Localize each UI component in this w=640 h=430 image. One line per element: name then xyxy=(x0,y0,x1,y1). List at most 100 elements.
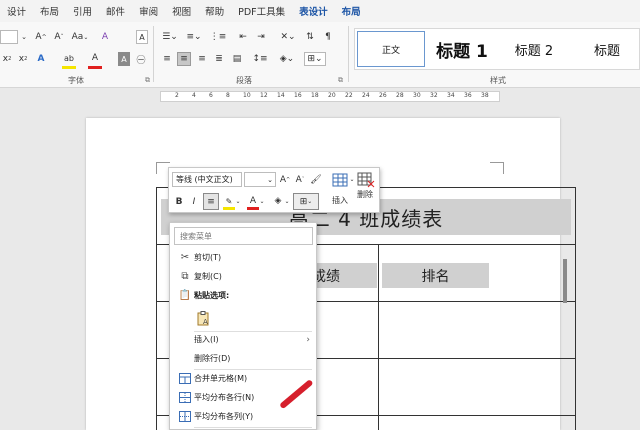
ruler-tick-label: 12 xyxy=(260,92,268,99)
distribute-rows-icon xyxy=(179,392,191,403)
menu-item-label: 平均分布各列(Y) xyxy=(194,412,254,421)
ruler-tick-label: 16 xyxy=(294,92,302,99)
justify-button[interactable]: ≣ xyxy=(212,52,226,66)
highlight-button[interactable]: ab xyxy=(62,51,76,65)
mini-font-name-field[interactable]: 等线 (中文正文) xyxy=(172,172,242,187)
menu-item-merge-cells[interactable]: 合并单元格(M) xyxy=(170,370,316,387)
header-cell-rank[interactable]: 排名 xyxy=(382,263,489,288)
menu-item-label: 平均分布各行(N) xyxy=(194,393,255,402)
ruler-tick-label: 34 xyxy=(447,92,455,99)
chevron-down-icon[interactable]: ⌄ xyxy=(349,174,355,184)
tab-references[interactable]: 引用 xyxy=(66,4,99,18)
shrink-font-button[interactable]: Aˇ xyxy=(52,30,66,44)
menu-item-cut[interactable]: ✂ 剪切(T) xyxy=(170,249,316,266)
numbering-button[interactable]: ≡⌄ xyxy=(184,30,204,44)
chevron-down-icon[interactable]: ⌄ xyxy=(284,196,290,206)
mini-font-size-field[interactable]: ⌄ xyxy=(244,172,276,187)
chinese-layout-button[interactable]: ✕⌄ xyxy=(278,30,298,44)
tab-review[interactable]: 审阅 xyxy=(132,4,165,18)
align-right-button[interactable]: ≡ xyxy=(195,52,209,66)
scissors-icon: ✂ xyxy=(180,252,190,263)
increase-indent-button[interactable]: ⇥ xyxy=(254,30,268,44)
font-color-button[interactable]: A xyxy=(88,51,102,65)
align-left-button[interactable]: ≡ xyxy=(160,52,174,66)
char-border-label: A xyxy=(139,32,145,42)
distribute-button[interactable]: ▤ xyxy=(230,52,244,66)
clear-format-button[interactable]: A xyxy=(98,30,112,44)
grow-font-button[interactable]: A ^ xyxy=(34,30,48,44)
format-painter-icon[interactable]: 🖌 xyxy=(309,172,323,187)
style-normal[interactable]: 正文 xyxy=(357,31,425,67)
decrease-indent-button[interactable]: ⇤ xyxy=(236,30,250,44)
ruler-tick-label: 2 xyxy=(175,92,179,99)
superscript-button[interactable]: x2 xyxy=(18,52,28,66)
text-effect-button[interactable]: A xyxy=(34,52,48,66)
style-heading-2[interactable]: 标题 2 xyxy=(501,31,567,67)
tab-design[interactable]: 设计 xyxy=(0,4,33,18)
chevron-down-icon[interactable]: ⌄ xyxy=(20,30,28,44)
mini-borders-button[interactable]: ⊞ ⌄ xyxy=(293,193,319,210)
show-marks-button[interactable]: ¶ xyxy=(322,30,334,44)
align-center-button[interactable]: ≡ xyxy=(177,52,191,66)
tab-mailings[interactable]: 邮件 xyxy=(99,4,132,18)
tab-table-layout[interactable]: 布局 xyxy=(335,4,368,18)
mini-italic-button[interactable]: I xyxy=(189,195,199,209)
change-case-button[interactable]: Aa ⌄ xyxy=(70,30,90,44)
shading-icon[interactable]: ◈ xyxy=(271,194,285,208)
menu-search-input[interactable]: 搜索菜单 xyxy=(174,227,313,245)
font-dialog-launcher-icon[interactable]: ⧉ xyxy=(145,76,150,85)
mini-center-button[interactable]: ≡ xyxy=(203,193,219,210)
bullets-button[interactable]: ☰⌄ xyxy=(160,30,180,44)
subscript-button[interactable]: x2 xyxy=(2,52,12,66)
table-insert-icon[interactable] xyxy=(331,171,349,189)
mini-highlight-button[interactable]: ✎ xyxy=(223,194,235,208)
mini-shrink-font-button[interactable]: Aˇ xyxy=(294,172,306,187)
multilevel-list-button[interactable]: ⋮≡ xyxy=(208,30,228,44)
menu-item-insert[interactable]: 插入(I) › xyxy=(170,331,316,348)
menu-item-distribute-columns[interactable]: 平均分布各列(Y) xyxy=(170,408,316,425)
mini-bold-button[interactable]: B xyxy=(174,195,184,209)
paste-keep-text-icon: A xyxy=(197,310,208,326)
menu-item-copy[interactable]: ⧉ 复制(C) xyxy=(170,268,316,285)
crop-mark xyxy=(490,162,504,174)
chevron-down-icon[interactable]: ⌄ xyxy=(235,196,241,206)
table-delete-icon xyxy=(357,172,375,188)
style-heading-1[interactable]: 标题 1 xyxy=(429,31,495,67)
mini-font-color-button[interactable]: A xyxy=(247,194,259,208)
ruler-tick-label: 8 xyxy=(226,92,230,99)
borders-button[interactable]: ⊞⌄ xyxy=(304,52,326,66)
mini-delete-label[interactable]: 删除 xyxy=(354,188,376,200)
styles-group-label: 样式 xyxy=(490,76,506,85)
document-page[interactable]: 高二 4 班成绩表 成绩 排名 xyxy=(86,118,576,430)
distribute-columns-icon xyxy=(176,411,194,422)
char-shading-button[interactable]: A xyxy=(118,52,130,66)
menu-item-paste-keep-text[interactable]: A xyxy=(170,307,316,329)
menu-item-delete-row[interactable]: 删除行(D) xyxy=(170,350,316,367)
table-delete-icon[interactable] xyxy=(356,171,376,189)
mini-insert-label[interactable]: 插入 xyxy=(329,194,351,206)
shading-button[interactable]: ◈⌄ xyxy=(276,52,298,66)
enclose-char-button[interactable]: ㊀ xyxy=(134,52,148,66)
tab-layout[interactable]: 布局 xyxy=(33,4,66,18)
ruler-tick-label: 20 xyxy=(328,92,336,99)
line-spacing-button[interactable]: ↕≡ xyxy=(250,52,270,66)
ruler-tick-label: 4 xyxy=(192,92,196,99)
mini-highlight-color-bar xyxy=(223,207,235,210)
ruler-tick-label: 18 xyxy=(311,92,319,99)
paste-keep-text-icon: A xyxy=(194,310,212,326)
text-effect-label: A xyxy=(37,54,45,64)
tab-pdf-tools[interactable]: PDF工具集 xyxy=(231,4,292,18)
mini-grow-font-button[interactable]: A ^ xyxy=(279,172,291,187)
char-border-button[interactable]: A xyxy=(136,30,148,44)
style-heading[interactable]: 标题 xyxy=(575,31,639,67)
chevron-down-icon[interactable]: ⌄ xyxy=(259,196,265,206)
char-shading-label: A xyxy=(121,54,127,64)
paragraph-dialog-launcher-icon[interactable]: ⧉ xyxy=(338,76,343,85)
tab-table-design[interactable]: 表设计 xyxy=(292,4,335,18)
horizontal-ruler[interactable]: 2 4 6 8 10 12 14 16 18 20 22 24 26 28 30 32 34 36 38 xyxy=(0,88,640,106)
tab-help[interactable]: 帮助 xyxy=(198,4,231,18)
group-divider xyxy=(153,26,154,82)
sort-button[interactable]: ⇅ xyxy=(304,30,316,44)
font-size-box[interactable] xyxy=(0,30,18,44)
tab-view[interactable]: 视图 xyxy=(165,4,198,18)
